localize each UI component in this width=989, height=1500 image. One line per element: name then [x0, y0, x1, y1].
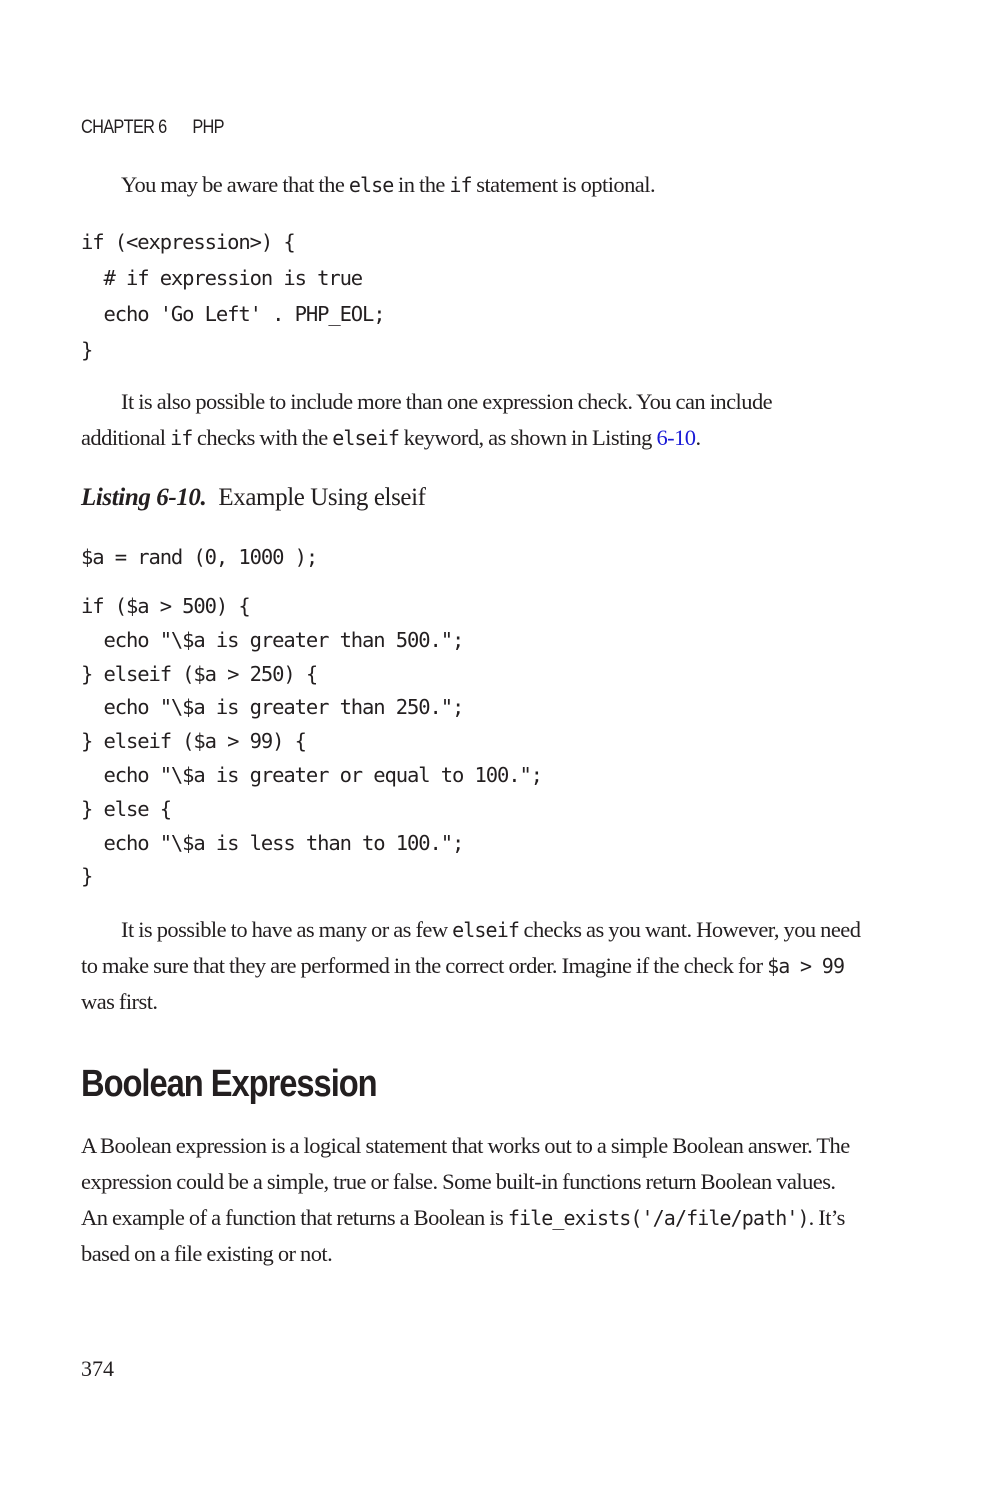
code-block-elseif: if ($a > 500) { echo "\$a is greater tha… [81, 594, 543, 889]
paragraph-else-optional: You may be aware that the else in the if… [121, 172, 656, 197]
inline-code: if [449, 173, 472, 197]
inline-code: $a > 99 [767, 954, 845, 978]
listing-link[interactable]: 6-10 [656, 425, 696, 450]
inline-code: else [348, 173, 394, 197]
inline-code: file_exists('/a/file/path') [507, 1206, 810, 1230]
paragraph-elseif-order: It is possible to have as many or as few… [81, 917, 861, 1014]
listing-label: Listing 6-10. [81, 484, 207, 511]
listing-title: Example Using elseif [218, 484, 426, 511]
paragraph-elseif-intro: It is also possible to include more than… [81, 389, 773, 450]
paragraph-boolean-expression: A Boolean expression is a logical statem… [81, 1133, 850, 1266]
code-block-if: if (<expression>) { # if expression is t… [81, 230, 386, 362]
inline-code: elseif [452, 918, 520, 942]
listing-caption: Listing 6-10. Example Using elseif [81, 484, 426, 512]
section-heading: Boolean Expression [81, 1063, 378, 1105]
page-number: 374 [81, 1356, 114, 1381]
chapter-title: PHP [192, 117, 224, 138]
inline-code: elseif [332, 426, 400, 450]
running-header: CHAPTER 6 PHP [81, 117, 225, 139]
inline-code: if [170, 426, 193, 450]
chapter-label: CHAPTER 6 [81, 117, 167, 138]
code-block-rand: $a = rand (0, 1000 ); [81, 545, 318, 569]
